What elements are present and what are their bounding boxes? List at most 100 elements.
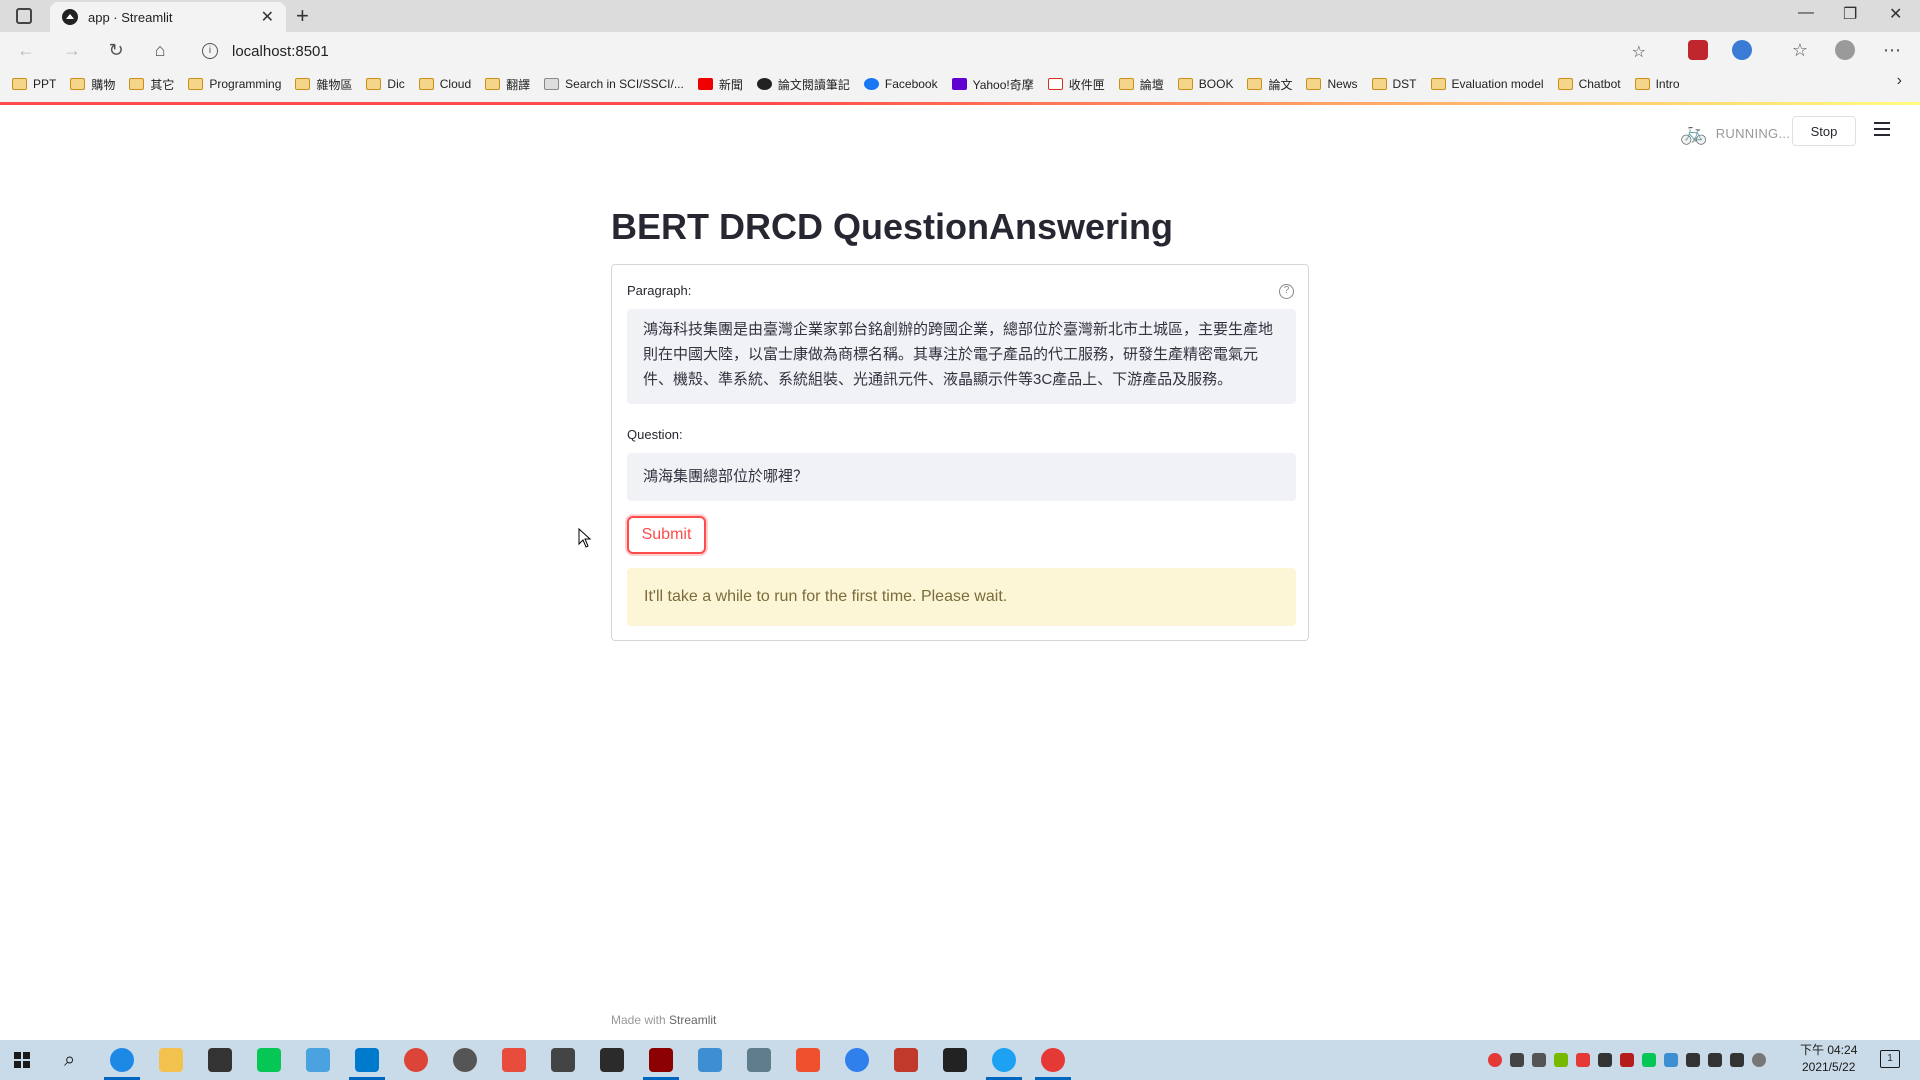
extension-shield-icon[interactable] (1688, 40, 1708, 60)
window-close-icon[interactable]: ✕ (1889, 4, 1902, 24)
question-input[interactable]: 鴻海集團總部位於哪裡？ (627, 453, 1296, 501)
bookmarks-overflow-icon[interactable]: › (1897, 72, 1902, 90)
folder-icon (1634, 78, 1650, 90)
bookmark-item[interactable]: News (1306, 77, 1358, 91)
browser-tab[interactable]: app · Streamlit ✕ (50, 2, 286, 32)
restore-icon[interactable]: ❐ (1843, 4, 1857, 24)
file-explorer-icon[interactable] (159, 1048, 183, 1072)
tray-icon[interactable] (1620, 1053, 1634, 1067)
bookmark-item[interactable]: 新聞 (697, 76, 743, 93)
bookmark-item[interactable]: 論文 (1247, 76, 1292, 93)
volume-tray-icon[interactable] (1730, 1053, 1744, 1067)
photos-app-icon[interactable] (306, 1048, 330, 1072)
folder-icon (418, 78, 434, 90)
gmail-icon (1047, 78, 1063, 90)
favorites-icon[interactable]: ☆ (1788, 40, 1812, 61)
record-tray-icon[interactable] (1488, 1053, 1502, 1067)
settings-app-icon[interactable] (453, 1048, 477, 1072)
more-menu-icon[interactable]: ⋯ (1880, 40, 1904, 61)
windows-start-icon[interactable] (14, 1052, 30, 1068)
question-label: Question: (627, 427, 683, 442)
battery-tray-icon[interactable] (1686, 1053, 1700, 1067)
streamlit-decoration-bar (0, 102, 1920, 105)
chrome-app-icon[interactable] (404, 1048, 428, 1072)
git-app-icon[interactable] (796, 1048, 820, 1072)
folder-icon (1430, 78, 1446, 90)
workspaces-icon[interactable] (16, 8, 32, 24)
folder-icon (129, 78, 145, 90)
nvidia-tray-icon[interactable] (1554, 1053, 1568, 1067)
bookmark-item[interactable]: Programming (188, 77, 281, 91)
bookmark-item[interactable]: 購物 (70, 76, 115, 93)
store-app-icon[interactable] (208, 1048, 232, 1072)
close-tab-icon[interactable]: ✕ (261, 7, 274, 27)
bookmark-item[interactable]: Cloud (418, 77, 471, 91)
extension-globe-icon[interactable] (1732, 40, 1752, 60)
minimize-icon[interactable]: — (1798, 4, 1814, 22)
address-bar[interactable]: i localhost:8501 ☆ (190, 36, 1660, 66)
tray-icon[interactable] (1752, 1053, 1766, 1067)
refresh-icon[interactable]: ↻ (104, 40, 128, 61)
footer-streamlit-link[interactable]: Streamlit (669, 1013, 716, 1027)
bookmark-item[interactable]: Intro (1634, 77, 1680, 91)
bookmark-item[interactable]: 翻譯 (485, 76, 530, 93)
bookmark-item[interactable]: 論壇 (1118, 76, 1164, 93)
tray-icon[interactable] (1532, 1053, 1546, 1067)
game-app-icon[interactable] (649, 1048, 673, 1072)
site-info-icon[interactable]: i (202, 43, 218, 59)
profile-avatar-icon[interactable] (1835, 40, 1855, 60)
notification-center-icon[interactable]: 1 (1880, 1050, 1900, 1068)
warning-alert: It'll take a while to run for the first … (627, 568, 1296, 626)
taskbar-clock[interactable]: 下午 04:24 2021/5/22 (1800, 1042, 1857, 1076)
bookmark-item[interactable]: Yahoo!奇摩 (951, 76, 1034, 93)
favorite-star-icon[interactable]: ☆ (1632, 42, 1646, 62)
tray-icon[interactable] (1664, 1053, 1678, 1067)
bookmark-item[interactable]: Facebook (863, 77, 938, 91)
microphone-tray-icon[interactable] (1598, 1053, 1612, 1067)
taskbar-search-icon[interactable]: ⌕ (64, 1049, 75, 1072)
bookmark-item[interactable]: BOOK (1177, 77, 1233, 91)
app-icon[interactable] (1041, 1048, 1065, 1072)
new-tab-button[interactable]: + (296, 4, 309, 28)
remote-desktop-app-icon[interactable] (698, 1048, 722, 1072)
folder-icon (188, 78, 204, 90)
line-tray-icon[interactable] (1642, 1053, 1656, 1067)
chat-app-icon[interactable] (992, 1048, 1016, 1072)
bookmarks-bar: PPT 購物 其它 Programming 雜物區 Dic Cloud 翻譯 S… (0, 72, 1920, 96)
bookmark-item[interactable]: Evaluation model (1430, 77, 1544, 91)
terminal-app-icon[interactable] (551, 1048, 575, 1072)
stop-button[interactable]: Stop (1792, 116, 1856, 146)
forward-icon[interactable]: → (60, 40, 84, 61)
bookmark-item[interactable]: Search in SCI/SSCI/... (544, 77, 684, 91)
bookmark-item[interactable]: Dic (366, 77, 405, 91)
help-icon[interactable]: ? (1279, 284, 1294, 299)
home-icon[interactable]: ⌂ (148, 40, 172, 61)
bookmark-item[interactable]: 其它 (129, 76, 174, 93)
sticky-notes-app-icon[interactable] (600, 1048, 624, 1072)
submit-button[interactable]: Submit (627, 516, 706, 554)
app-icon[interactable] (894, 1048, 918, 1072)
bookmark-item[interactable]: 論文閱讀筆記 (756, 76, 850, 93)
bookmark-item[interactable]: PPT (12, 77, 56, 91)
bookmark-item[interactable]: DST (1371, 77, 1417, 91)
vscode-app-icon[interactable] (355, 1048, 379, 1072)
paragraph-textarea[interactable]: 鴻海科技集團是由臺灣企業家郭台銘創辦的跨國企業，總部位於臺灣新北市土城區，主要生… (627, 309, 1296, 404)
tray-icon[interactable] (1576, 1053, 1590, 1067)
tray-icon[interactable] (1510, 1053, 1524, 1067)
youtube-icon (697, 78, 713, 90)
browser-chrome: app · Streamlit ✕ + — ❐ ✕ ← → ↻ ⌂ i loca… (0, 0, 1920, 104)
bookmark-item[interactable]: 收件匣 (1047, 76, 1105, 93)
network-tray-icon[interactable] (1708, 1053, 1722, 1067)
hamburger-menu-icon[interactable] (1874, 122, 1890, 136)
app-icon[interactable] (502, 1048, 526, 1072)
line-app-icon[interactable] (257, 1048, 281, 1072)
bookmark-item[interactable]: Chatbot (1557, 77, 1621, 91)
calculator-app-icon[interactable] (747, 1048, 771, 1072)
bookmark-item[interactable]: 雜物區 (295, 76, 352, 93)
app-icon[interactable] (845, 1048, 869, 1072)
back-icon[interactable]: ← (14, 40, 38, 61)
command-prompt-icon[interactable] (943, 1048, 967, 1072)
edge-app-icon[interactable] (110, 1048, 134, 1072)
notion-icon (756, 78, 772, 90)
clock-date: 2021/5/22 (1801, 1060, 1856, 1074)
